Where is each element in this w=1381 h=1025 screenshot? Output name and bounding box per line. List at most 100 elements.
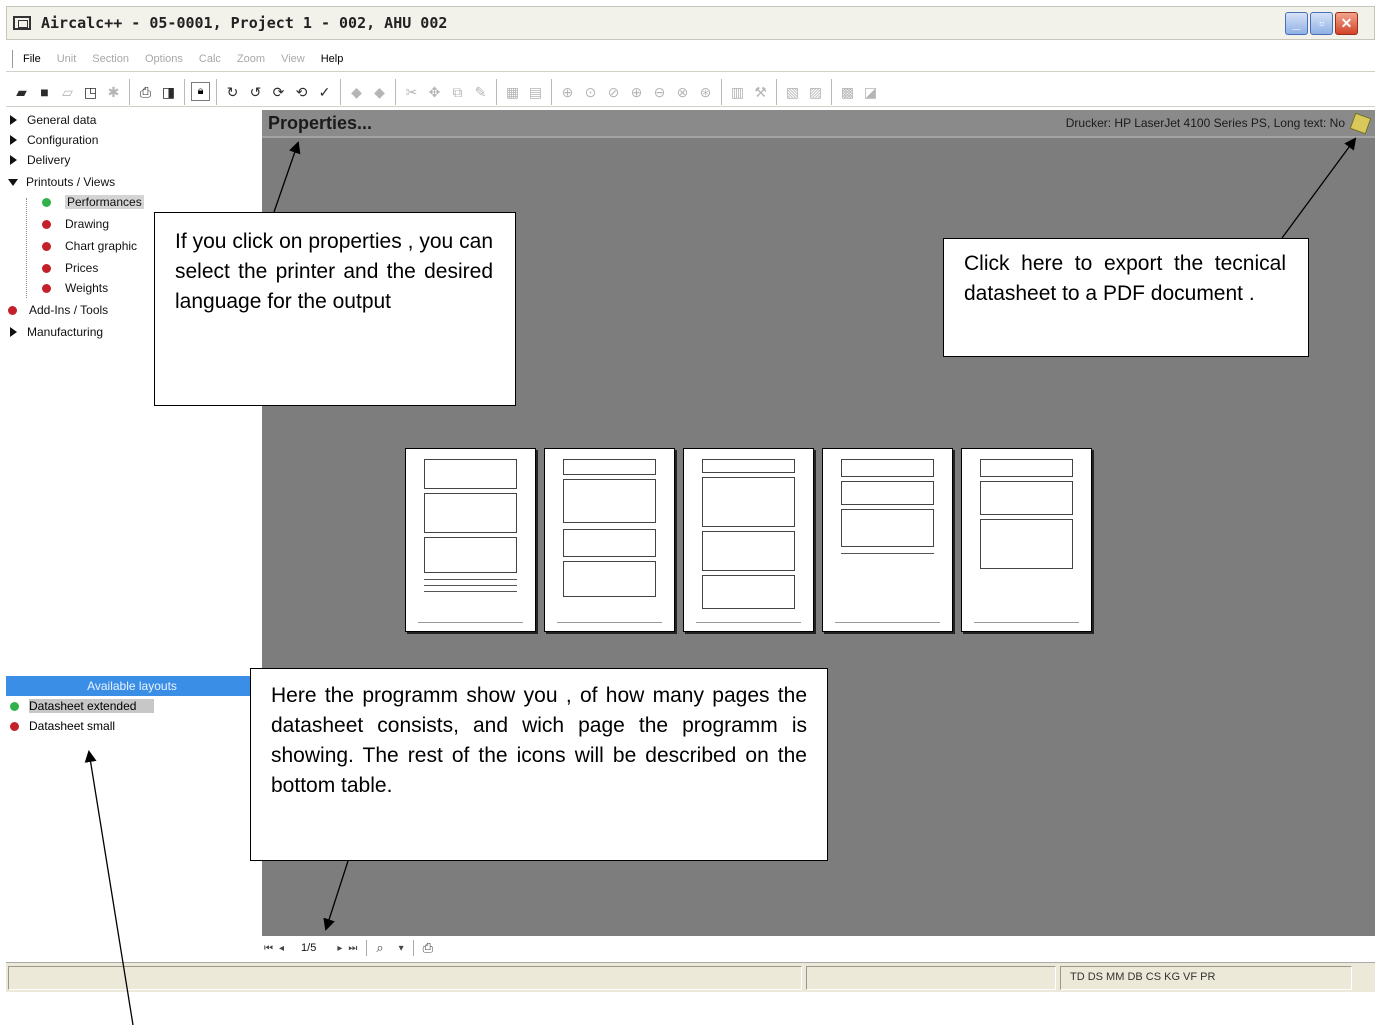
layout-icon[interactable]: ▥ [728, 82, 747, 101]
save-icon[interactable]: ■ [35, 82, 54, 101]
tree-item-manufacturing[interactable]: Manufacturing [10, 322, 103, 342]
tree-item-label: Chart graphic [65, 239, 138, 253]
cut-icon[interactable]: ✂ [402, 82, 421, 101]
menu-view[interactable]: View [281, 53, 305, 65]
menu-zoom[interactable]: Zoom [237, 53, 265, 65]
status-pane-info [806, 966, 1056, 990]
next-page-icon[interactable]: ▸ [337, 943, 342, 954]
page-thumbnail[interactable] [405, 448, 536, 632]
menu-help[interactable]: Help [321, 53, 344, 65]
print-page-icon[interactable]: ⎙ [423, 940, 433, 956]
tree-item-printouts[interactable]: Printouts / Views [8, 172, 115, 192]
preview-icon[interactable]: ◳ [81, 82, 100, 101]
tree-item-configuration[interactable]: Configuration [10, 130, 98, 150]
print-icon[interactable]: ⎙ [136, 82, 155, 101]
zoom-out-icon[interactable]: ⊖ [650, 82, 669, 101]
minimize-button[interactable]: _ [1285, 12, 1308, 35]
status-missing-icon [42, 241, 51, 251]
tree-item-label: Prices [65, 261, 99, 275]
page-thumbnail[interactable] [961, 448, 1092, 632]
table-icon[interactable]: ▦ [503, 82, 522, 101]
page-thumbnail[interactable] [544, 448, 675, 632]
printer-info: Drucker: HP LaserJet 4100 Series PS, Lon… [1065, 116, 1345, 130]
window-title: Aircalc++ - 05-0001, Project 1 - 002, AH… [41, 14, 448, 32]
component-icon[interactable]: ◆ [347, 82, 366, 101]
tree-item-add-ins[interactable]: Add-Ins / Tools [8, 300, 108, 320]
book-icon[interactable]: ◨ [159, 82, 178, 101]
settings-icon[interactable]: ✱ [104, 82, 123, 101]
properties-button[interactable]: Properties... [268, 113, 372, 134]
tree-item-performances[interactable]: Performances [42, 192, 144, 212]
tools-icon[interactable]: ⚒ [751, 82, 770, 101]
layout-item-small[interactable]: Datasheet small [6, 716, 258, 736]
tree-item-weights[interactable]: Weights [42, 278, 108, 298]
menu-file[interactable]: File [23, 53, 41, 65]
properties-bar: Properties... Drucker: HP LaserJet 4100 … [262, 110, 1375, 138]
tree-item-general-data[interactable]: General data [10, 110, 96, 130]
page-thumbnail[interactable] [683, 448, 814, 632]
menu-options[interactable]: Options [145, 53, 183, 65]
tree-item-delivery[interactable]: Delivery [10, 150, 70, 170]
zoom-previous-icon[interactable]: ⊘ [604, 82, 623, 101]
menu-unit[interactable]: Unit [57, 53, 77, 65]
report-icon[interactable]: ▩ [838, 82, 857, 101]
page-counter: 1/5 [301, 942, 317, 954]
collapsed-arrow-icon [10, 155, 17, 165]
check-icon[interactable]: ✓ [315, 82, 334, 101]
menu-section[interactable]: Section [92, 53, 129, 65]
status-missing-icon [10, 721, 19, 731]
zoom-real-icon[interactable]: ⊛ [696, 82, 715, 101]
zoom-window-icon[interactable]: ⊕ [558, 82, 577, 101]
tree-item-label: Configuration [27, 133, 99, 147]
copy-icon[interactable]: ⧉ [448, 82, 467, 101]
tree-item-prices[interactable]: Prices [42, 258, 98, 278]
lock-icon[interactable]: 🔒︎ [191, 82, 210, 101]
layouts-list: Available layouts Datasheet extended Dat… [6, 676, 258, 742]
menu-calc[interactable]: Calc [199, 53, 221, 65]
page-thumbnails [405, 448, 1092, 632]
zoom-fit-icon[interactable]: ⊗ [673, 82, 692, 101]
collapsed-arrow-icon [10, 327, 17, 337]
component2-icon[interactable]: ◆ [370, 82, 389, 101]
move-icon[interactable]: ✥ [425, 82, 444, 101]
separator [412, 940, 414, 956]
tree-item-label: Drawing [65, 217, 110, 231]
chart-icon[interactable]: ▤ [526, 82, 545, 101]
tree-item-label: Weights [65, 281, 109, 295]
app-icon [13, 16, 31, 30]
previous-page-icon[interactable]: ◂ [279, 943, 284, 954]
layouts-header: Available layouts [6, 676, 258, 696]
last-page-icon[interactable]: ⏭ [348, 943, 357, 954]
page-thumbnail[interactable] [822, 448, 953, 632]
calc-plus-icon[interactable]: ⟲ [292, 82, 311, 101]
status-bar: TD DS MM DB CS KG VF PR [6, 962, 1375, 992]
report-export-icon[interactable]: ◪ [861, 82, 880, 101]
status-missing-icon [42, 283, 51, 293]
open-folder-icon[interactable]: ▰ [12, 82, 31, 101]
recalc-icon[interactable]: ↺ [246, 82, 265, 101]
export-icon[interactable]: ▧ [783, 82, 802, 101]
first-page-icon[interactable]: ⏮ [264, 943, 273, 954]
pencil-icon[interactable]: ✎ [471, 82, 490, 101]
calc-all-icon[interactable]: ⟳ [269, 82, 288, 101]
tree-item-chart-graphic[interactable]: Chart graphic [42, 236, 137, 256]
zoom-icon[interactable]: ⌕ [376, 940, 383, 956]
status-missing-icon [42, 263, 51, 273]
callout-properties: If you click on properties , you can sel… [154, 212, 516, 406]
zoom-in-icon[interactable]: ⊕ [627, 82, 646, 101]
title-bar: Aircalc++ - 05-0001, Project 1 - 002, AH… [6, 6, 1375, 40]
tree-item-label: Performances [65, 195, 144, 209]
calc-icon[interactable]: ↻ [223, 82, 242, 101]
import-icon[interactable]: ▨ [806, 82, 825, 101]
close-button[interactable]: ✕ [1335, 12, 1358, 35]
zoom-extents-icon[interactable]: ⊙ [581, 82, 600, 101]
maximize-button[interactable]: ▫ [1310, 12, 1333, 35]
menu-bar: File Unit Section Options Calc Zoom View… [6, 46, 1375, 72]
layout-item-extended[interactable]: Datasheet extended [6, 696, 258, 716]
folder-icon[interactable]: ▱ [58, 82, 77, 101]
zoom-dropdown-icon[interactable]: ▾ [399, 943, 404, 954]
tree-item-label: Printouts / Views [26, 175, 116, 189]
pdf-export-icon[interactable] [1349, 112, 1372, 135]
separator [366, 940, 368, 956]
tree-item-drawing[interactable]: Drawing [42, 214, 109, 234]
